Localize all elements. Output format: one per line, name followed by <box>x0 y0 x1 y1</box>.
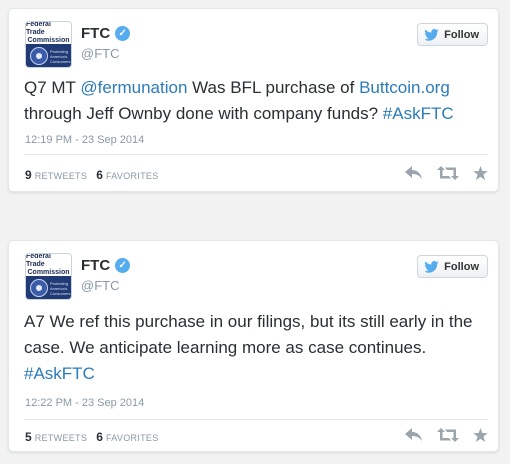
tweet-card: Federal Trade Commission Protecting Amer… <box>8 240 499 452</box>
account-name[interactable]: FTC <box>81 257 110 274</box>
favorite-star-icon[interactable] <box>473 166 488 180</box>
mention-link[interactable]: @fermunation <box>80 78 187 97</box>
account-handle[interactable]: @FTC <box>81 46 119 61</box>
avatar-logo-text: Federal Trade Commission <box>26 253 71 276</box>
retweets-label: RETWEETS <box>34 171 88 181</box>
follow-button[interactable]: Follow <box>417 255 488 278</box>
follow-button[interactable]: Follow <box>417 23 488 46</box>
hashtag-link[interactable]: #AskFTC <box>24 364 95 383</box>
verified-badge-icon: ✓ <box>115 258 131 273</box>
retweet-count[interactable]: 9 <box>25 168 32 182</box>
favorite-star-icon[interactable] <box>473 428 488 442</box>
divider <box>24 419 488 420</box>
avatar[interactable]: Federal Trade Commission Protecting Amer… <box>25 21 72 68</box>
tweet-timestamp[interactable]: 12:19 PM - 23 Sep 2014 <box>25 134 144 146</box>
verified-badge-icon: ✓ <box>115 26 131 41</box>
account-name[interactable]: FTC <box>81 25 110 42</box>
avatar[interactable]: Federal Trade Commission Protecting Amer… <box>25 253 72 300</box>
avatar-logo-text: Federal Trade Commission <box>26 21 71 44</box>
divider <box>24 154 488 155</box>
favorites-label: FAVORITES <box>105 171 159 181</box>
tweet-actions <box>405 166 488 180</box>
tweet-actions <box>405 428 488 442</box>
retweet-icon[interactable] <box>437 166 459 180</box>
tweet-stats: 9 RETWEETS 6 FAVORITES <box>25 168 159 182</box>
url-link[interactable]: Buttcoin.org <box>359 78 450 97</box>
tweet-timestamp[interactable]: 12:22 PM - 23 Sep 2014 <box>25 397 144 409</box>
tweet-text: A7 We ref this purchase in our filings, … <box>24 312 473 383</box>
tweet-stats: 5 RETWEETS 6 FAVORITES <box>25 430 159 444</box>
twitter-bird-icon <box>424 260 439 273</box>
favorites-label: FAVORITES <box>105 433 159 443</box>
favorite-count[interactable]: 6 <box>96 430 103 444</box>
twitter-bird-icon <box>424 28 439 41</box>
favorite-count[interactable]: 6 <box>96 168 103 182</box>
retweet-count[interactable]: 5 <box>25 430 32 444</box>
account-handle[interactable]: @FTC <box>81 278 119 293</box>
ftc-seal-icon <box>30 279 48 297</box>
reply-icon[interactable] <box>405 428 423 442</box>
ftc-seal-icon <box>30 47 48 65</box>
retweets-label: RETWEETS <box>34 433 88 443</box>
retweet-icon[interactable] <box>437 428 459 442</box>
hashtag-link[interactable]: #AskFTC <box>383 104 454 123</box>
tweet-text: Q7 MT @fermunation Was BFL purchase of B… <box>24 78 454 123</box>
tweet-card: Federal Trade Commission Protecting Amer… <box>8 8 499 192</box>
reply-icon[interactable] <box>405 166 423 180</box>
